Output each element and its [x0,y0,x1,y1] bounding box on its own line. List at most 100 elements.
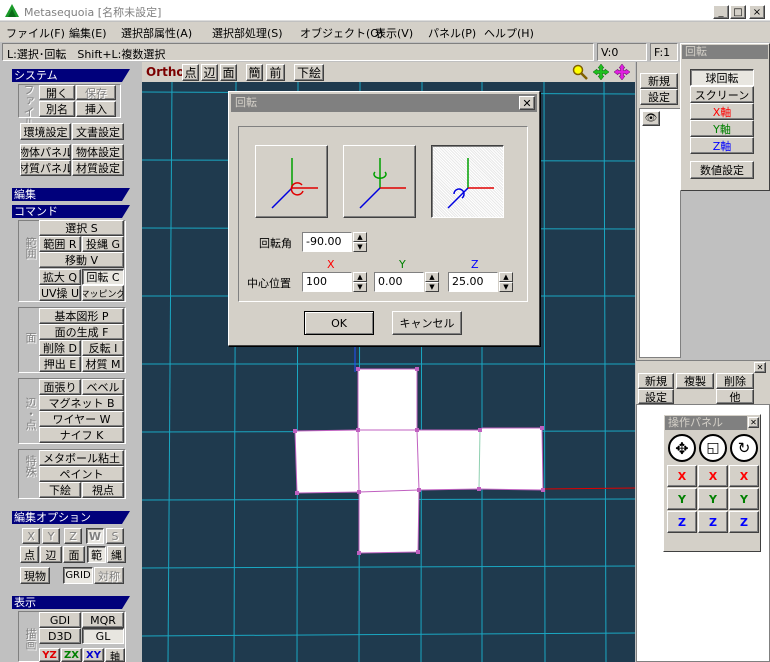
underlay-button[interactable]: 下絵 [39,482,81,498]
object-settings-button[interactable]: 設定 [640,89,678,105]
material-delete-button[interactable]: 削除 [716,373,754,389]
uv-button[interactable]: UV操 U [39,285,81,301]
material-panel-close-button[interactable]: ✕ [754,362,766,373]
mapping-button[interactable]: マッピング [82,285,124,301]
rotate-mode-icon[interactable]: ↻ [730,434,758,462]
knife-button[interactable]: ナイフ K [39,427,124,443]
world-button[interactable]: W [86,528,104,544]
material-panel-button[interactable]: 材質パネル [20,160,71,176]
yz-view-button[interactable]: YZ [39,648,60,662]
command-header[interactable]: コマンド [12,205,130,218]
material-button[interactable]: 材質 M [82,356,124,372]
move-x-button[interactable]: X [667,465,697,487]
rotate-button[interactable]: 回転 C [82,269,124,285]
lock-x-button[interactable]: X [22,528,40,544]
material-settings-button[interactable]: 材質設定 [72,160,124,176]
center-z-spinner[interactable]: ▲ ▼ [499,272,513,292]
basic-shape-button[interactable]: 基本図形 P [39,308,124,324]
rotate-y-button[interactable]: Y [729,488,759,510]
menu-edit[interactable]: 編集(E) [69,25,107,41]
center-x-input-box[interactable]: 100 [302,272,352,292]
x-axis-rotate-button[interactable]: X軸 [690,103,754,120]
viewpoint-button[interactable]: 視点 [82,482,124,498]
menu-panel[interactable]: パネル(P) [428,25,476,41]
scale-mode-icon[interactable]: ◱ [699,434,727,462]
menu-view[interactable]: 表示(V) [375,25,413,41]
lock-y-button[interactable]: Y [42,528,60,544]
show-point-toggle[interactable]: 点 [182,64,199,81]
menu-file[interactable]: ファイル(F) [6,25,65,41]
cancel-button[interactable]: キャンセル [392,311,462,335]
select-button[interactable]: 選択 S [39,220,124,236]
face-gen-button[interactable]: 面の生成 F [39,324,124,340]
object-list[interactable]: 👁 [639,108,681,358]
material-copy-button[interactable]: 複製 [676,373,714,389]
scale-z-button[interactable]: Z [698,511,728,533]
delete-button[interactable]: 削除 D [39,340,81,356]
material-settings-button[interactable]: 設定 [638,389,674,404]
rotate-z-axis-button[interactable] [431,145,504,218]
menu-selection-attr[interactable]: 選択部属性(A) [121,25,192,41]
simple-toggle[interactable]: 簡 [246,64,263,81]
edit-header[interactable]: 編集 [12,188,130,201]
d3d-button[interactable]: D3D [39,628,81,644]
numeric-settings-button[interactable]: 数値設定 [690,161,754,179]
z-axis-rotate-button[interactable]: Z軸 [690,137,754,154]
rotate-x-axis-button[interactable] [255,145,328,218]
object-panel-button[interactable]: 物体パネル [20,144,71,160]
dialog-title-bar[interactable]: 回転 [231,94,537,112]
save-button[interactable]: 保存 [76,85,116,100]
display-header[interactable]: 表示 [12,596,130,609]
minimize-button[interactable]: _ [713,5,729,19]
screen-rotate-button[interactable]: スクリーン [690,86,754,103]
material-other-button[interactable]: 他 [716,389,754,404]
visibility-eye-icon[interactable]: 👁 [642,111,660,126]
zx-view-button[interactable]: ZX [61,648,82,662]
center-y-input-box[interactable]: 0.00 [374,272,424,292]
lasso-toggle[interactable]: 縄 [107,546,126,563]
current-object-toggle[interactable]: 現物 [20,567,50,584]
pan-icon[interactable] [592,63,610,81]
scale-y-button[interactable]: Y [698,488,728,510]
move-z-button[interactable]: Z [667,511,697,533]
lasso-button[interactable]: 投縄 G [82,236,124,252]
env-settings-button[interactable]: 環境設定 [20,123,71,140]
angle-input[interactable]: -90.00 [306,235,341,248]
screen-button[interactable]: S [106,528,124,544]
gl-button[interactable]: GL [82,628,124,644]
scale-x-button[interactable]: X [698,465,728,487]
y-axis-rotate-button[interactable]: Y軸 [690,120,754,137]
persp-view-button[interactable]: 軸 [105,648,125,662]
menu-object[interactable]: オブジェクト(O) [300,25,383,41]
system-header[interactable]: システム [12,69,130,82]
dialog-close-button[interactable]: ✕ [519,96,535,110]
move-button[interactable]: 移動 V [39,252,124,268]
center-z-input-box[interactable]: 25.00 [448,272,498,292]
stretch-button[interactable]: 面張り [39,379,81,395]
lock-z-button[interactable]: Z [64,528,82,544]
face-toggle[interactable]: 面 [63,546,85,563]
maximize-button[interactable]: □ [730,5,746,19]
gdi-button[interactable]: GDI [39,612,81,628]
grid-toggle[interactable]: GRID [63,567,93,584]
rotate-y-axis-button[interactable] [343,145,416,218]
point-toggle[interactable]: 点 [20,546,39,563]
magnet-button[interactable]: マグネット B [39,395,124,411]
zoom-icon[interactable] [572,64,588,80]
angle-spinner[interactable]: ▲ ▼ [353,232,367,252]
sphere-rotate-button[interactable]: 球回転 [690,69,754,86]
ortho-label[interactable]: Ortho [146,65,185,79]
move-y-button[interactable]: Y [667,488,697,510]
mqr-button[interactable]: MQR [82,612,124,628]
ok-button[interactable]: OK [304,311,374,335]
angle-input-box[interactable]: -90.00 [302,232,352,252]
extrude-button[interactable]: 押出 E [39,356,81,372]
menu-selection-proc[interactable]: 選択部処理(S) [212,25,283,41]
doc-settings-button[interactable]: 文書設定 [72,123,124,140]
underlay-toggle[interactable]: 下絵 [294,64,324,81]
range-button[interactable]: 範囲 R [39,236,81,252]
open-button[interactable]: 開く [39,85,75,100]
rotate-panel-title[interactable]: 回転 [682,45,768,59]
edge-toggle[interactable]: 辺 [40,546,62,563]
center-y-input[interactable]: 0.00 [378,275,403,288]
